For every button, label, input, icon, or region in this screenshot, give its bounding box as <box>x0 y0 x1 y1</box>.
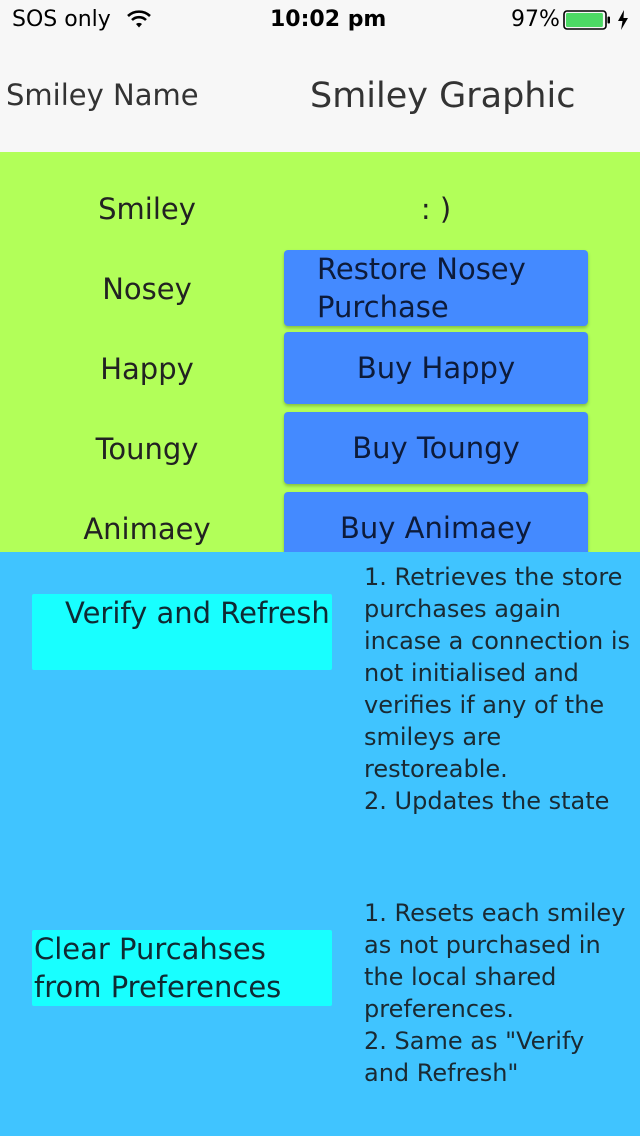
clock: 10:02 pm <box>270 7 387 32</box>
clear-purchases-description: 1. Resets each smiley as not purchased i… <box>364 899 626 1087</box>
smiley-name-happy: Happy <box>100 352 194 386</box>
verify-and-refresh-button[interactable]: Verify and Refresh <box>32 594 332 670</box>
actions-panel: Verify and Refresh 1. Retrieves the stor… <box>0 552 640 1136</box>
wifi-icon <box>127 10 151 28</box>
column-header-name: Smiley Name <box>6 78 199 112</box>
carrier-label: SOS only <box>12 7 111 32</box>
smiley-name-animaey: Animaey <box>83 512 211 546</box>
buy-toungy-button[interactable]: Buy Toungy <box>284 412 588 484</box>
battery-percent: 97% <box>511 7 560 32</box>
smiley-name-smiley: Smiley <box>98 192 196 226</box>
restore-nosey-button[interactable]: Restore Nosey Purchase <box>284 250 588 326</box>
buy-happy-button[interactable]: Buy Happy <box>284 332 588 404</box>
smiley-name-nosey: Nosey <box>102 272 192 306</box>
smiley-name-toungy: Toungy <box>95 432 199 466</box>
battery-icon <box>563 10 610 30</box>
charging-bolt-icon <box>618 10 628 30</box>
smiley-list: Smiley : ) Nosey Restore Nosey Purchase … <box>0 152 640 552</box>
clear-purchases-button[interactable]: Clear Purcahses from Preferences <box>32 930 332 1006</box>
column-header-graphic: Smiley Graphic <box>310 76 576 116</box>
verify-and-refresh-description: 1. Retrieves the store purchases again i… <box>364 563 631 815</box>
status-bar: SOS only 10:02 pm 97% <box>0 0 640 40</box>
smiley-graphic-text: : ) <box>420 192 452 226</box>
buy-animaey-button[interactable]: Buy Animaey <box>284 492 588 552</box>
table-header: Smiley Name Smiley Graphic <box>0 40 640 152</box>
